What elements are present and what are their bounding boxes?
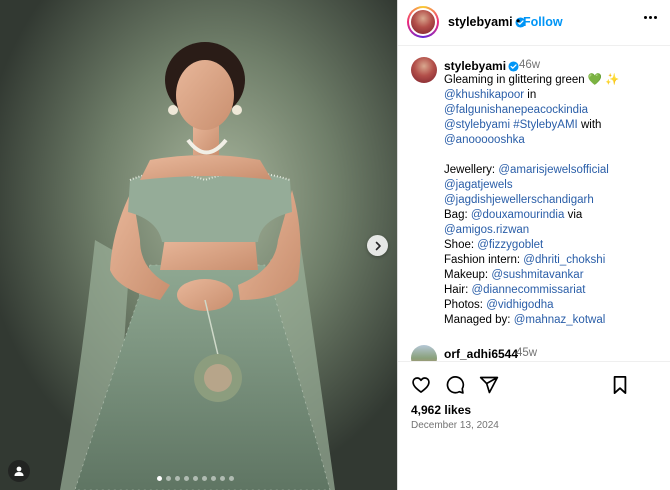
carousel-dot	[211, 476, 216, 481]
caption-text-segment: Managed by:	[444, 314, 514, 326]
caption-username[interactable]: stylebyami	[444, 59, 519, 73]
mention-link[interactable]: @mahnaz_kotwal	[514, 314, 606, 326]
divider	[398, 361, 670, 362]
mention-link[interactable]: @amarisjewelsofficial	[498, 164, 609, 176]
comment-button[interactable]	[444, 374, 466, 396]
caption-text-segment: Jewellery:	[444, 164, 499, 176]
carousel-dot	[157, 476, 162, 481]
heart-icon	[412, 377, 430, 393]
caption-text-segment: Photos:	[444, 299, 487, 311]
caption-line: Jewellery: @amarisjewelsofficial	[444, 163, 664, 178]
like-button[interactable]	[410, 374, 432, 396]
caption-line: @amigos.rizwan	[444, 223, 664, 238]
carousel-dot	[175, 476, 180, 481]
caption-line: Makeup: @sushmitavankar	[444, 268, 664, 283]
next-photo-button[interactable]	[367, 235, 388, 256]
chevron-right-icon	[375, 241, 381, 250]
bookmark-icon	[613, 376, 627, 394]
carousel-indicator	[157, 476, 234, 481]
mention-link[interactable]: @vidhigodha	[486, 299, 553, 311]
post-photo	[0, 0, 397, 490]
caption-line: Fashion intern: @dhriti_chokshi	[444, 253, 664, 268]
post-header: stylebyami • Follow	[398, 0, 670, 46]
carousel-dot	[193, 476, 198, 481]
carousel-dot	[184, 476, 189, 481]
caption-line: @anoooooshka	[444, 133, 664, 148]
carousel-dot	[202, 476, 207, 481]
mention-link[interactable]: @jagdishjewellerschandigarh	[444, 194, 594, 206]
caption-text-segment: Shoe:	[444, 239, 478, 251]
caption-line: @stylebyami #StylebyAMI with	[444, 118, 664, 133]
post-media[interactable]	[0, 0, 397, 490]
more-options-icon[interactable]	[644, 16, 657, 19]
mention-link[interactable]: @douxamourindia	[471, 209, 565, 221]
mention-link[interactable]: @stylebyami	[444, 119, 510, 131]
caption-text-segment: in	[524, 89, 537, 101]
likes-count[interactable]: 4,962 likes	[411, 403, 471, 417]
caption-line: @jagatjewels	[444, 178, 664, 193]
caption-text: Gleaming in glittering green 💚 ✨ @khushik…	[444, 73, 664, 328]
caption-text-segment: Hair:	[444, 284, 472, 296]
mention-link[interactable]: @jagatjewels	[444, 179, 513, 191]
carousel-dot	[220, 476, 225, 481]
mention-link[interactable]: @diannecommissariat	[471, 284, 585, 296]
caption-text-segment: Gleaming in glittering green 💚 ✨	[444, 74, 620, 86]
tagged-users-button[interactable]	[8, 460, 30, 482]
mention-link[interactable]: @khushikapoor	[444, 89, 524, 101]
caption-timestamp: 46w	[519, 59, 541, 71]
caption-text-segment: via	[564, 209, 583, 221]
caption-line: Bag: @douxamourindia via	[444, 208, 664, 223]
comments-section: stylebyami 46w Gleaming in glittering gr…	[398, 47, 670, 361]
mention-link[interactable]: @dhriti_chokshi	[523, 254, 605, 266]
comment-icon	[446, 376, 465, 394]
caption-text-segment: Fashion intern:	[444, 254, 524, 266]
share-icon	[479, 376, 499, 394]
carousel-dot	[166, 476, 171, 481]
caption-text-segment: Makeup:	[444, 269, 492, 281]
author-username[interactable]: stylebyami	[448, 15, 526, 29]
caption-line: Gleaming in glittering green 💚 ✨	[444, 73, 664, 88]
carousel-dot	[229, 476, 234, 481]
share-button[interactable]	[478, 374, 500, 396]
separator-dot: •	[516, 14, 521, 28]
caption-line: @khushikapoor in	[444, 88, 664, 103]
verified-badge-icon	[508, 61, 519, 72]
caption-line: Hair: @diannecommissariat	[444, 283, 664, 298]
mention-link[interactable]: @falgunishanepeacockindia	[444, 104, 588, 116]
caption-line: Photos: @vidhigodha	[444, 298, 664, 313]
mention-link[interactable]: @anoooooshka	[444, 134, 525, 146]
caption-avatar[interactable]	[411, 57, 437, 83]
user-tag-icon	[14, 466, 24, 476]
caption-line: Managed by: @mahnaz_kotwal	[444, 313, 664, 328]
caption-line: @falgunishanepeacockindia	[444, 103, 664, 118]
mention-link[interactable]: @amigos.rizwan	[444, 224, 529, 236]
mention-link[interactable]: @fizzygoblet	[477, 239, 543, 251]
comment-username[interactable]: orf_adhi6544	[444, 347, 518, 361]
action-bar	[410, 374, 500, 396]
caption-text-segment: with	[577, 119, 602, 131]
follow-button[interactable]: Follow	[523, 15, 563, 29]
caption-text-segment: Bag:	[444, 209, 471, 221]
comment-avatar[interactable]	[411, 345, 437, 361]
hashtag-link[interactable]: #StylebyAMI	[513, 119, 578, 131]
author-avatar[interactable]	[407, 6, 439, 38]
comment-timestamp: 45w	[516, 347, 538, 359]
caption-line: @jagdishjewellerschandigarh	[444, 193, 664, 208]
caption-line: Shoe: @fizzygoblet	[444, 238, 664, 253]
mention-link[interactable]: @sushmitavankar	[491, 269, 583, 281]
post-date: December 13, 2024	[411, 420, 499, 431]
save-button[interactable]	[609, 374, 631, 396]
post-details-panel: stylebyami • Follow stylebyami 46w Gleam…	[397, 0, 670, 490]
